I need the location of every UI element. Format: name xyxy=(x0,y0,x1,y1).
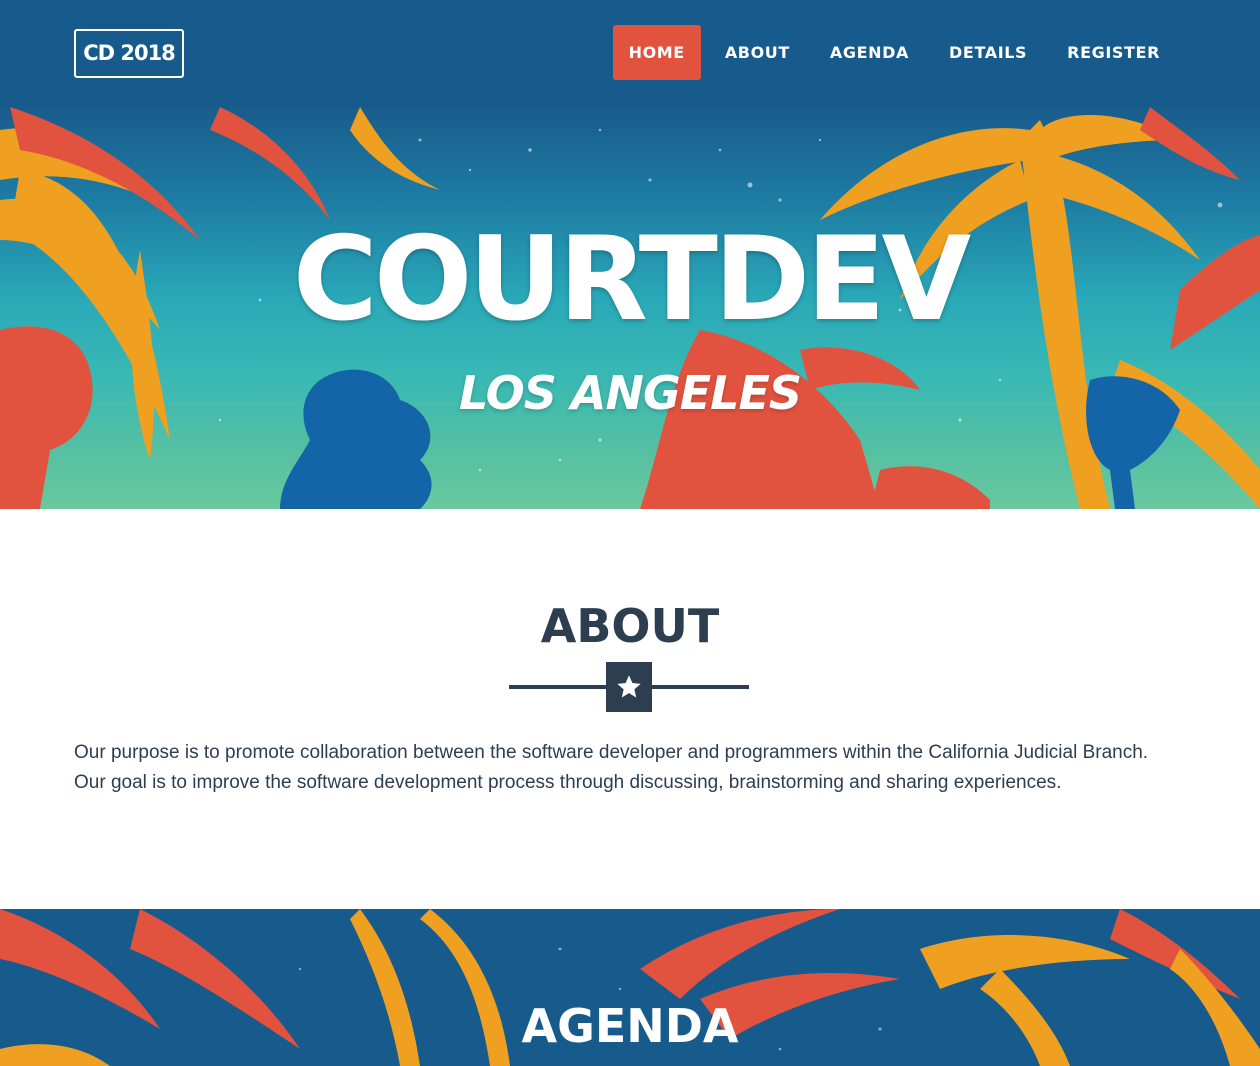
about-section: ABOUT Our purpose is to promote collabor… xyxy=(0,509,1260,909)
nav-details[interactable]: DETAILS xyxy=(929,25,1047,80)
nav-home[interactable]: HOME xyxy=(612,25,701,80)
agenda-heading: AGENDA xyxy=(521,999,739,1053)
about-heading: ABOUT xyxy=(540,599,720,653)
agenda-section: AGENDA xyxy=(0,909,1260,1066)
nav-register[interactable]: REGISTER xyxy=(1047,25,1180,80)
nav-agenda[interactable]: AGENDA xyxy=(810,25,929,80)
nav-about[interactable]: ABOUT xyxy=(705,25,810,80)
logo[interactable]: CD 2018 xyxy=(74,29,184,78)
hero-title: COURTDEV xyxy=(292,212,971,347)
divider-line-right xyxy=(649,685,749,689)
main-nav: HOME ABOUT AGENDA DETAILS REGISTER xyxy=(612,25,1180,80)
about-description: Our purpose is to promote collaboration … xyxy=(74,742,1149,793)
hero-banner: CD 2018 HOME ABOUT AGENDA DETAILS REGIST… xyxy=(0,0,1260,509)
divider-line-left xyxy=(509,685,609,689)
star-icon xyxy=(606,662,652,712)
navbar: CD 2018 HOME ABOUT AGENDA DETAILS REGIST… xyxy=(0,0,1260,107)
hero-subtitle: LOS ANGELES xyxy=(458,366,802,420)
section-divider xyxy=(509,662,749,712)
